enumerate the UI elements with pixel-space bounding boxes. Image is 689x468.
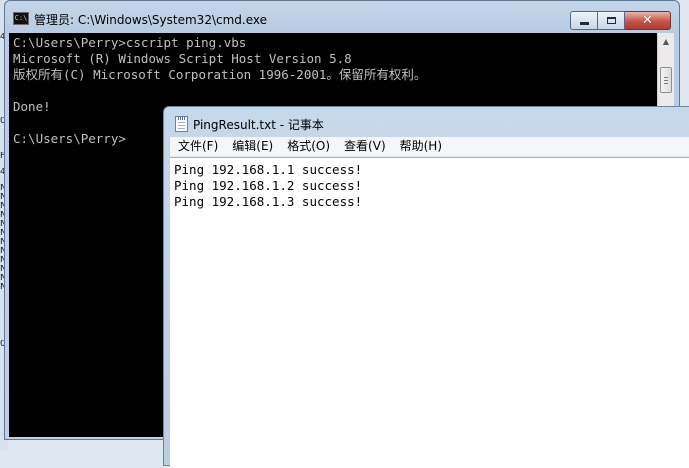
console-line: C:\Users\Perry>cscript ping.vbs [13, 35, 247, 50]
close-button[interactable]: ✕ [625, 11, 671, 30]
notepad-titlebar[interactable]: PingResult.txt - 记事本 [164, 107, 689, 137]
notepad-window[interactable]: PingResult.txt - 记事本 文件(F) 编辑(E) 格式(O) 查… [163, 106, 689, 468]
text-line: Ping 192.168.1.1 success! [174, 162, 363, 177]
console-line: Done! [13, 99, 51, 114]
minimize-icon [579, 22, 589, 25]
notepad-text-area[interactable]: Ping 192.168.1.1 success! Ping 192.168.1… [170, 157, 689, 468]
menu-format[interactable]: 格式(O) [281, 137, 336, 156]
notepad-icon[interactable] [175, 116, 188, 132]
cmd-titlebar[interactable]: C:\ 管理员: C:\Windows\System32\cmd.exe ✕ [5, 1, 679, 33]
text-line: Ping 192.168.1.3 success! [174, 194, 363, 209]
menu-view[interactable]: 查看(V) [338, 137, 392, 156]
scrollbar-thumb[interactable] [660, 67, 672, 93]
close-icon: ✕ [642, 13, 653, 28]
minimize-button[interactable] [570, 11, 598, 30]
maximize-icon [606, 17, 616, 24]
console-icon[interactable]: C:\ [13, 12, 29, 25]
console-line: 版权所有(C) Microsoft Corporation 1996-2001。… [13, 67, 427, 82]
cmd-window-title: 管理员: C:\Windows\System32\cmd.exe [34, 13, 267, 27]
console-prompt: C:\Users\Perry> [13, 131, 126, 146]
maximize-button[interactable] [598, 11, 625, 30]
cmd-caption-buttons: ✕ [570, 11, 671, 30]
text-line: Ping 192.168.1.2 success! [174, 178, 363, 193]
console-line: Microsoft (R) Windows Script Host Versio… [13, 51, 352, 66]
menu-edit[interactable]: 编辑(E) [226, 137, 279, 156]
menu-help[interactable]: 帮助(H) [394, 137, 448, 156]
notepad-menubar: 文件(F) 编辑(E) 格式(O) 查看(V) 帮助(H) [170, 137, 689, 157]
menu-file[interactable]: 文件(F) [172, 137, 224, 156]
notepad-window-title: PingResult.txt - 记事本 [193, 118, 324, 132]
scroll-up-arrow-icon[interactable]: ▲ [658, 33, 674, 50]
